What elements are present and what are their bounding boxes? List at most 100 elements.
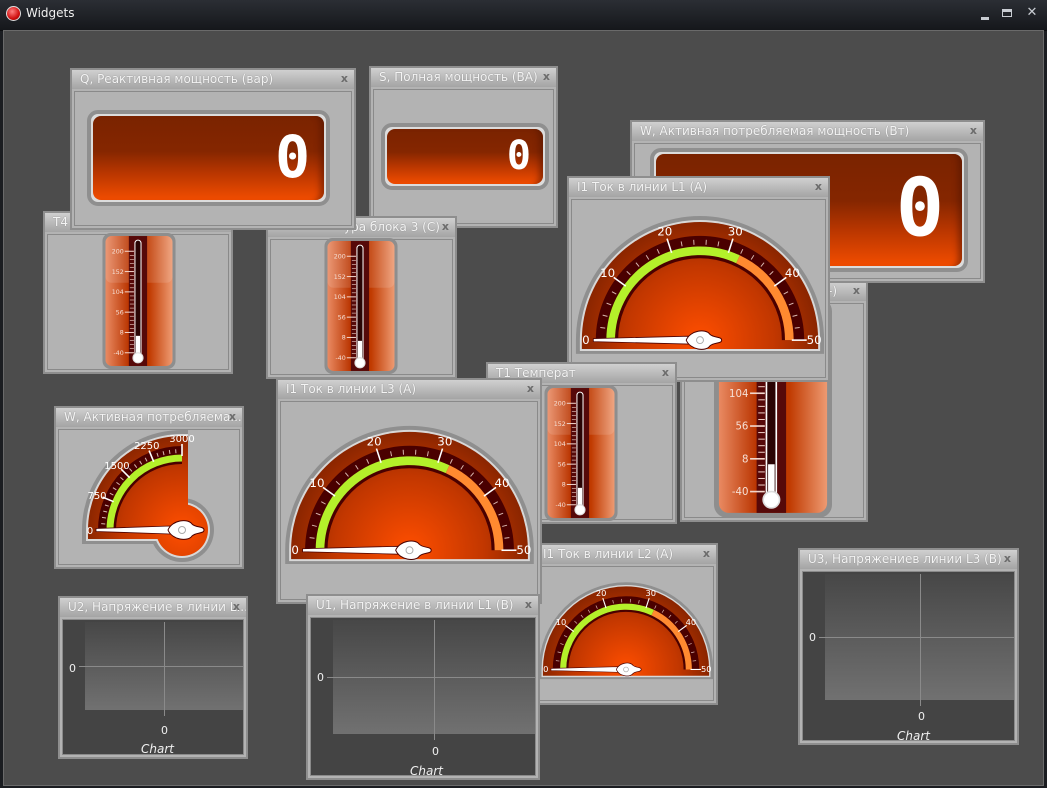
widget-titlebar[interactable]: Q, Реактивная мощность (вар) x [72,70,354,89]
widget-w-power-gauge[interactable]: W, Активная потребляема... x 0 750 1500 2250… [54,406,244,569]
widget-titlebar[interactable]: W, Активная потребляемая мощность (Вт) x [632,122,983,141]
widget-t3-thermometer[interactable]: ура блока 3 (С) x 200 152 104 56 8 -40 [266,216,457,379]
gauge-scale-label: 50 [701,664,712,674]
chart-area: 0 0 Chart [802,571,1015,743]
thermometer-scale-label: -40 [732,487,749,498]
widget-titlebar[interactable]: S, Полная мощность (ВА) x [371,68,556,87]
widget-title: W, Активная потребляемая мощность (Вт) [640,124,910,138]
thermometer-scale-label: 200 [112,249,124,256]
chart-area: 0 0 Chart [310,617,536,778]
close-icon[interactable]: x [229,410,236,423]
thermometer-bulb [762,490,781,509]
gauge-scale-label: 750 [87,491,106,502]
thermometer-scale-label: 152 [554,421,566,428]
x-axis-zero-line [434,620,435,740]
thermometer: 200 152 104 56 8 -40 [544,385,618,521]
thermometer: 200 152 104 56 8 -40 [102,233,176,369]
widget-title: U2, Напряжение в линии L... [68,600,246,614]
close-window-button[interactable]: ✕ [1024,5,1040,20]
close-icon[interactable]: x [1004,552,1011,565]
gauge-scale-label: 0 [291,543,299,557]
y-axis-zero-line [819,637,1014,638]
widget-titlebar[interactable]: U3, Напряжениев линии L3 (В) x [800,550,1017,569]
thermometer-scale-label: 200 [334,254,346,261]
chart-plot-area [819,574,1014,706]
dial-gauge: 0 10 20 30 40 50 [285,425,534,565]
gauge-tick [101,516,107,519]
gauge-scale-label: 10 [600,266,615,280]
widget-titlebar[interactable]: I1 Ток в линии L3 (А) x [278,380,540,399]
gauge-scale-label: 20 [657,225,672,239]
close-icon[interactable]: x [703,547,710,560]
gauge-scale-label: 50 [807,333,822,347]
chart-title: Chart [410,764,443,778]
widget-title: U1, Напряжение в линии L1 (В) [316,598,514,612]
gauge-tick [309,537,315,539]
close-icon[interactable]: x [341,72,348,85]
close-icon[interactable]: x [233,600,240,613]
thermometer-scale-label: 200 [554,401,566,408]
thermometer-bulb [132,352,144,364]
widget-titlebar[interactable]: U1, Напряжение в линии L1 (В) x [308,596,538,615]
thermometer-scale-label: -40 [556,502,566,509]
thermometer-scale-label: 56 [558,461,566,468]
x-tick-label: 0 [161,724,168,737]
widget-titlebar[interactable]: U2, Напряжение в линии L... x [60,598,246,617]
widget-s-apparent-power[interactable]: S, Полная мощность (ВА) x 0 [369,66,558,228]
x-tick-label: 0 [918,710,925,723]
widget-title: S, Полная мощность (ВА) [379,70,538,84]
thermometer-scale-label: 152 [112,269,124,276]
close-icon[interactable]: x [815,180,822,193]
thermometer-scale-label: 8 [342,335,346,342]
thermometer-scale-label: 104 [334,294,346,301]
gauge-scale-label: 30 [646,588,657,598]
widget-titlebar[interactable]: I1 Ток в линии L2 (А) x [535,545,716,564]
gauge-scale-label: 0 [543,664,548,674]
gauge-scale-label: 0 [582,333,590,347]
gauge-tick [600,327,606,329]
window-title: Widgets [26,6,75,20]
close-icon[interactable]: x [543,70,550,83]
close-icon[interactable]: x [970,124,977,137]
lcd-value: 0 [895,161,944,255]
gauge-scale-label: 40 [494,476,509,490]
gauge-scale-label: 20 [596,588,607,598]
close-icon[interactable]: x [853,284,860,297]
gauge-scale-label: 30 [728,225,743,239]
chart-area: 0 0 Chart [62,619,244,756]
dial-gauge: 0 750 1500 2250 3000 [82,430,214,562]
widget-i1-l2-gauge[interactable]: I1 Ток в линии L2 (А) x 0 10 20 30 40 50 [533,543,718,705]
widget-u1-chart[interactable]: U1, Напряжение в линии L1 (В) x 0 0 Chart [306,594,540,780]
widget-i1-l1-gauge[interactable]: I1 Ток в линии L1 (А) x 0 10 20 30 40 50 [567,176,830,382]
thermometer-scale-label: 104 [112,289,124,296]
y-tick-label: 0 [317,671,324,684]
widget-titlebar[interactable]: I1 Ток в линии L1 (А) x [569,178,828,197]
widget-titlebar[interactable]: W, Активная потребляема... x [56,408,242,427]
gauge-scale-label: 50 [516,543,531,557]
chart-plot-area [327,620,535,740]
widget-u2-chart[interactable]: U2, Напряжение в линии L... x 0 0 Chart [58,596,248,759]
thermometer: 200 152 104 56 8 -40 [324,238,398,374]
x-axis-zero-line [164,622,165,716]
gauge-scale-label: 30 [437,434,452,448]
thermometer-scale-label: -40 [114,350,124,357]
widget-q-reactive-power[interactable]: Q, Реактивная мощность (вар) x 0 [70,68,356,230]
widget-title: W, Активная потребляема... [64,410,242,424]
widget-u3-chart[interactable]: U3, Напряжениев линии L3 (В) x 0 0 Chart [798,548,1019,745]
widget-i1-l3-gauge[interactable]: I1 Ток в линии L3 (А) x 0 10 20 30 40 50 [276,378,542,604]
close-icon[interactable]: x [662,366,669,379]
close-icon[interactable]: x [527,382,534,395]
thermometer-scale-label: 104 [729,389,748,400]
thermometer-scale-label: 152 [334,274,346,281]
chart-title: Chart [897,729,930,743]
thermometer-scale-label: 56 [116,309,124,316]
lcd-display: 0 [87,110,330,206]
close-icon[interactable]: x [442,220,449,233]
widget-t4-thermometer[interactable]: T4x 200152104568-40 [43,211,233,374]
thermometer-bulb [354,357,366,369]
close-icon[interactable]: x [525,598,532,611]
thermometer-bulb [574,504,586,516]
y-axis-zero-line [327,677,535,678]
widget-title: T4 [53,215,68,229]
widget-title: I1 Ток в линии L1 (А) [577,180,708,194]
